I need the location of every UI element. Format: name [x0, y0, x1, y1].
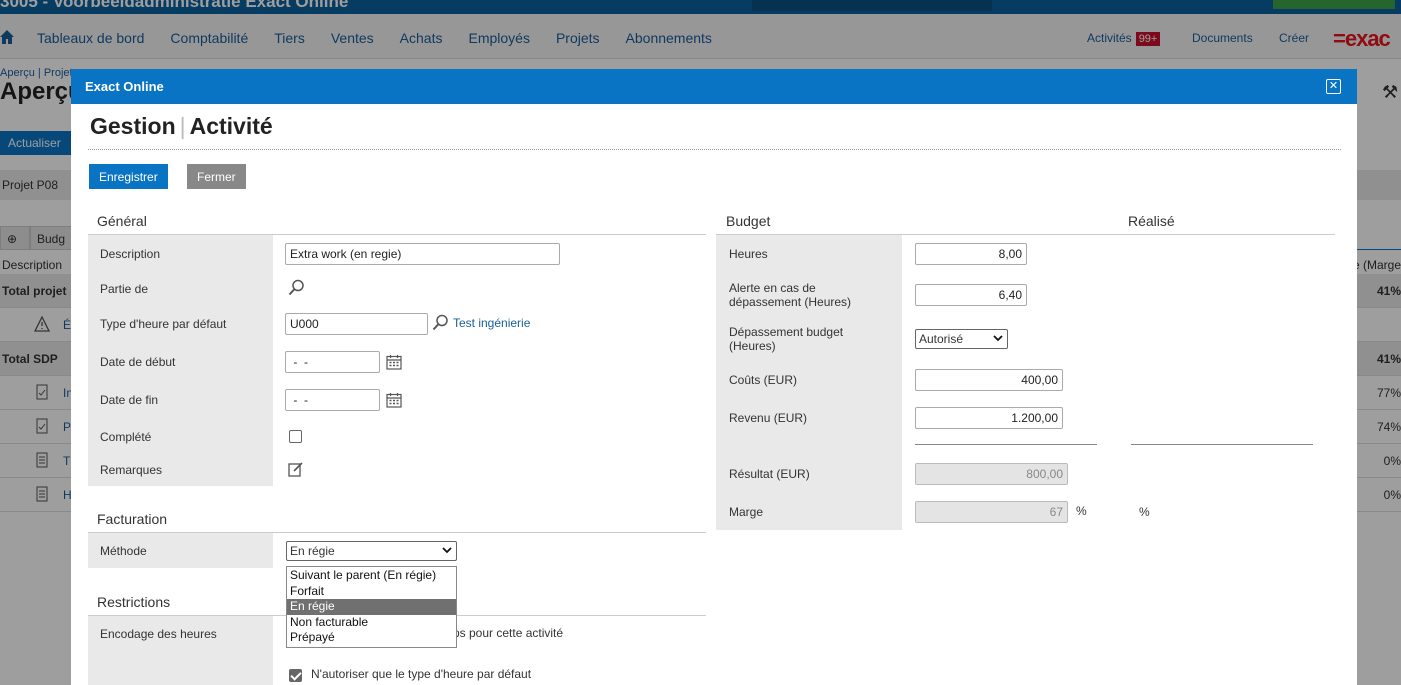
completed-checkbox[interactable]	[289, 430, 302, 443]
hours-entry-label: Encodage des heures	[100, 627, 217, 641]
margin-label: Marge	[729, 505, 764, 519]
dialog-header: Exact Online ✕	[71, 69, 1357, 104]
overrun-label: Dépassement budget (Heures)	[729, 325, 843, 353]
title-separator: |	[179, 113, 186, 139]
title-divider	[88, 149, 1341, 150]
overrun-label-line-1: Dépassement budget	[729, 325, 844, 339]
dialog-title: Exact Online	[85, 79, 164, 94]
search-icon[interactable]	[288, 279, 305, 296]
revenue-label: Revenu (EUR)	[729, 411, 808, 425]
search-icon[interactable]	[432, 314, 449, 331]
alert-label: Alerte en cas de dépassement (Heures)	[729, 281, 851, 309]
hour-type-link[interactable]: Test ingénierie	[453, 316, 530, 330]
only-default-hour-type-checkbox[interactable]	[289, 669, 302, 682]
description-input[interactable]	[285, 243, 560, 265]
method-option[interactable]: Forfait	[287, 584, 456, 600]
completed-label: Complété	[100, 430, 152, 444]
remarks-label: Remarques	[100, 463, 163, 477]
section-restrictions: Restrictions	[97, 594, 171, 610]
costs-label: Coûts (EUR)	[729, 373, 798, 387]
section-budget: Budget	[726, 213, 771, 229]
hour-type-input[interactable]	[285, 313, 428, 335]
hour-type-label: Type d'heure par défaut	[100, 317, 227, 331]
realized-sum-divider	[1131, 444, 1313, 445]
alert-label-line-2: dépassement (Heures)	[729, 295, 852, 309]
calendar-icon[interactable]	[386, 392, 402, 408]
sum-divider	[915, 444, 1097, 445]
section-general: Général	[97, 213, 147, 229]
overrun-label-line-2: (Heures)	[729, 339, 776, 353]
method-select[interactable]: En régie	[286, 541, 457, 561]
hours-input[interactable]	[915, 243, 1027, 265]
page-title-sub: Activité	[189, 113, 273, 139]
overrun-select[interactable]: Autorisé	[915, 329, 1008, 349]
result-label: Résultat (EUR)	[729, 467, 810, 481]
only-default-hour-type-label: N'autoriser que le type d'heure par défa…	[311, 667, 532, 681]
realized-margin-percent: %	[1139, 505, 1150, 519]
start-date-label: Date de début	[100, 355, 176, 369]
edit-icon[interactable]	[288, 461, 304, 477]
activity-dialog: Exact Online ✕ Gestion | Activité Enregist…	[71, 69, 1357, 685]
close-button[interactable]: Fermer	[187, 164, 246, 189]
method-option[interactable]: Prépayé	[287, 630, 456, 646]
chevron-down-icon	[993, 335, 1003, 342]
end-date-input[interactable]	[285, 389, 380, 411]
margin-value	[915, 501, 1068, 523]
margin-percent: %	[1076, 504, 1087, 518]
method-select-value: En régie	[290, 544, 335, 558]
alert-input[interactable]	[915, 284, 1027, 306]
part-of-label: Partie de	[100, 282, 149, 296]
hours-label: Heures	[729, 247, 768, 261]
save-button[interactable]: Enregistrer	[89, 164, 168, 189]
method-option[interactable]: Non facturable	[287, 615, 456, 631]
close-icon[interactable]: ✕	[1326, 79, 1341, 94]
hours-entry-option-text: ps pour cette activité	[453, 626, 564, 640]
method-dropdown-list: Suivant le parent (En régie) Forfait En …	[286, 566, 457, 648]
costs-input[interactable]	[915, 369, 1063, 391]
method-option[interactable]: Suivant le parent (En régie)	[287, 568, 456, 584]
calendar-icon[interactable]	[386, 354, 402, 370]
description-label: Description	[100, 247, 161, 261]
page-title: Gestion | Activité	[90, 113, 273, 140]
method-label: Méthode	[100, 544, 147, 558]
end-date-label: Date de fin	[100, 393, 159, 407]
overrun-select-value: Autorisé	[919, 332, 964, 346]
section-billing: Facturation	[97, 511, 168, 527]
revenue-input[interactable]	[915, 407, 1063, 429]
method-option-selected[interactable]: En régie	[287, 599, 456, 615]
start-date-input[interactable]	[285, 351, 380, 373]
page-title-main: Gestion	[90, 113, 176, 139]
chevron-down-icon	[442, 547, 452, 554]
result-value	[915, 463, 1068, 485]
alert-label-line-1: Alerte en cas de	[729, 281, 816, 295]
section-realized: Réalisé	[1128, 213, 1175, 229]
